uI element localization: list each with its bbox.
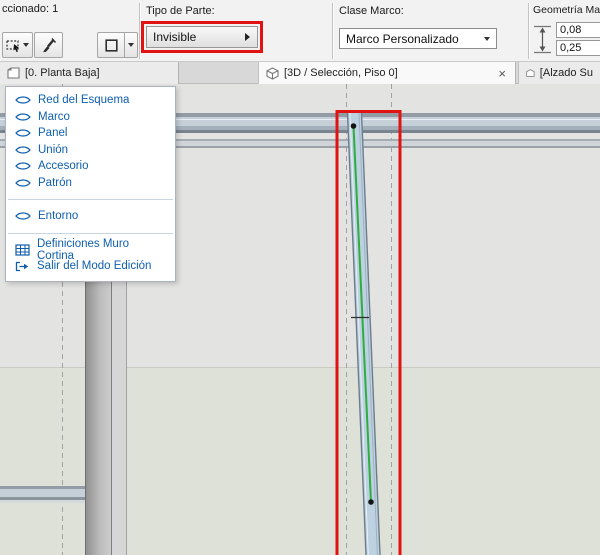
geometry-method-button[interactable]	[97, 32, 125, 58]
geometry-method-dropdown[interactable]	[124, 32, 138, 58]
selection-handle-bottom[interactable]	[368, 499, 374, 505]
menu-item-label: Marco	[38, 111, 70, 123]
tab-label: [0. Planta Baja]	[25, 67, 100, 79]
grid-settings-icon	[15, 244, 30, 256]
syringe-icon	[40, 37, 57, 54]
eye-icon	[15, 128, 31, 138]
marquee-tool-button[interactable]	[2, 32, 33, 58]
eye-icon	[15, 95, 31, 105]
menu-item-label: Unión	[38, 144, 68, 156]
view-tab-bar: [0. Planta Baja] [3D / Selección, Piso 0…	[0, 62, 600, 84]
eye-icon	[15, 161, 31, 171]
close-tab-icon[interactable]: ×	[496, 67, 508, 80]
chevron-down-icon	[128, 43, 134, 47]
selection-handle-top[interactable]	[351, 123, 357, 129]
info-box-toolbar: ccionado: 1 Tipo de Parte:	[0, 0, 600, 62]
chevron-down-icon	[23, 43, 29, 47]
menu-item-patron[interactable]: Patrón	[6, 175, 175, 192]
menu-separator	[8, 199, 173, 200]
eye-icon	[15, 178, 31, 188]
toolbar-separator	[528, 3, 530, 59]
menu-item-union[interactable]: Unión	[6, 142, 175, 159]
eye-icon	[15, 112, 31, 122]
canvas-3d-view[interactable]: Red del Esquema Marco Panel Unión	[0, 84, 600, 555]
menu-item-panel[interactable]: Panel	[6, 125, 175, 142]
chevron-right-icon	[245, 33, 250, 41]
frame-geometry-label: Geometría Marco:	[533, 4, 600, 16]
selection-status: ccionado: 1	[2, 3, 58, 15]
part-type-highlight-rect: Invisible	[141, 21, 263, 53]
menu-item-salir-del-modo-edicion[interactable]: Salir del Modo Edición	[6, 258, 175, 275]
menu-item-red-del-esquema[interactable]: Red del Esquema	[6, 92, 175, 109]
app-window: ccionado: 1 Tipo de Parte:	[0, 0, 600, 555]
menu-separator	[8, 233, 173, 234]
frame-depth-input[interactable]	[556, 40, 600, 56]
chevron-down-icon	[484, 37, 490, 41]
menu-item-label: Entorno	[38, 210, 78, 222]
part-type-dropdown[interactable]: Invisible	[146, 26, 258, 48]
exit-icon	[15, 261, 30, 272]
marquee-icon	[6, 39, 21, 52]
part-type-value: Invisible	[153, 30, 196, 44]
menu-item-label: Panel	[38, 127, 67, 139]
menu-item-entorno[interactable]: Entorno	[6, 208, 175, 225]
menu-item-label: Definiciones Muro Cortina	[37, 238, 169, 262]
tab-3d-selection[interactable]: [3D / Selección, Piso 0] ×	[258, 62, 516, 84]
pick-up-parameters-button[interactable]	[34, 32, 63, 58]
bottom-left-beam[interactable]	[0, 486, 85, 503]
frame-width-input[interactable]	[556, 22, 600, 38]
floor-plan-icon	[7, 67, 20, 79]
menu-item-marco[interactable]: Marco	[6, 109, 175, 126]
frame-square-icon	[105, 39, 118, 52]
menu-item-label: Accesorio	[38, 160, 89, 172]
menu-item-accesorio[interactable]: Accesorio	[6, 158, 175, 175]
eye-icon	[15, 145, 31, 155]
menu-item-label: Salir del Modo Edición	[37, 260, 151, 272]
menu-item-definiciones-muro-cortina[interactable]: Definiciones Muro Cortina	[6, 242, 175, 259]
toolbar-separator	[332, 3, 334, 59]
eye-icon	[15, 211, 31, 221]
menu-item-label: Patrón	[38, 177, 72, 189]
frame-class-label: Clase Marco:	[339, 5, 404, 17]
edit-mode-panel: Red del Esquema Marco Panel Unión	[5, 86, 176, 282]
tab-floor-plan[interactable]: [0. Planta Baja]	[0, 62, 179, 84]
tab-elevation[interactable]: [Alzado Su	[518, 62, 600, 84]
elevation-icon	[526, 67, 535, 79]
frame-class-dropdown[interactable]: Marco Personalizado	[339, 28, 497, 49]
menu-item-label: Red del Esquema	[38, 94, 129, 106]
tab-label: [Alzado Su	[540, 67, 593, 79]
frame-class-value: Marco Personalizado	[346, 32, 459, 46]
tab-label: [3D / Selección, Piso 0]	[284, 67, 398, 79]
frame-dimension-icon	[532, 23, 554, 56]
part-type-label: Tipo de Parte:	[146, 5, 215, 17]
cube-3d-icon	[266, 67, 279, 80]
